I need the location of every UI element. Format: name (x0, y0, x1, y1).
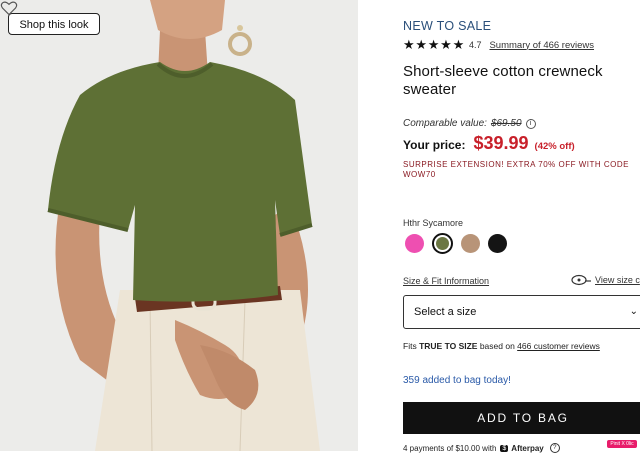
promo-message: SURPRISE EXTENSION! EXTRA 70% OFF WITH C… (403, 160, 629, 179)
rating-row: ★ ★ ★ ★ ★ 4.7 Summary of 466 reviews (403, 38, 594, 52)
color-swatches (405, 233, 507, 254)
star-icon: ★ (440, 37, 452, 52)
chevron-down-icon: ⌄ (629, 306, 638, 317)
afterpay-info: 4 payments of $10.00 with $ Afterpay ? (403, 443, 560, 453)
size-select-placeholder: Select a size (414, 306, 477, 318)
heart-outline-icon[interactable] (0, 0, 18, 16)
product-title: Short-sleeve cotton crewneck sweater (403, 63, 603, 98)
swatch-tan[interactable] (461, 234, 480, 253)
sale-price: $39.99 (473, 133, 529, 153)
fits-true-to-size: TRUE TO SIZE (419, 341, 478, 351)
shop-this-look-button[interactable]: Shop this look (8, 13, 100, 35)
swatch-pink[interactable] (405, 234, 424, 253)
added-to-bag-count: 359 added to bag today! (403, 375, 511, 386)
fit-summary: Fits TRUE TO SIZE based on 466 customer … (403, 341, 600, 351)
product-info-panel: NEW TO SALE ★ ★ ★ ★ ★ 4.7 Summary of 466… (403, 0, 640, 453)
star-rating: ★ ★ ★ ★ ★ (403, 38, 465, 52)
size-fit-link[interactable]: Size & Fit Information (403, 276, 489, 286)
star-icon: ★ (427, 37, 440, 52)
swatch-black[interactable] (488, 234, 507, 253)
star-icon: ★ (403, 37, 415, 52)
product-image[interactable]: Shop this look (0, 0, 358, 451)
info-icon[interactable]: i (525, 118, 536, 129)
size-select[interactable]: Select a size ⌄ (403, 295, 640, 329)
fits-prefix: Fits (403, 341, 420, 351)
pinterest-save-button[interactable]: Pinit X 0lic (607, 440, 637, 448)
add-to-bag-button[interactable]: ADD TO BAG (403, 402, 640, 434)
comparable-label: Comparable value: (403, 118, 487, 129)
sale-badge: NEW TO SALE (403, 19, 492, 33)
customer-reviews-link[interactable]: 466 customer reviews (517, 341, 600, 351)
star-icon: ★ (415, 37, 428, 52)
swatch-hthr-sycamore[interactable] (432, 233, 453, 254)
afterpay-brand: Afterpay (511, 443, 544, 453)
discount-percent: (42% off) (534, 141, 575, 152)
afterpay-text: 4 payments of $10.00 with (403, 443, 497, 453)
selected-color-name: Hthr Sycamore (403, 218, 464, 228)
view-size-chart[interactable]: View size c (571, 274, 640, 286)
price-row: Your price: $39.99 (42% off) (403, 133, 575, 154)
comparable-value: Comparable value: $69.50 i (403, 118, 536, 129)
rating-value: 4.7 (468, 40, 482, 50)
fits-mid: based on (477, 341, 518, 351)
reviews-summary-link[interactable]: Summary of 466 reviews (489, 40, 594, 51)
comparable-price: $69.50 (490, 118, 522, 129)
afterpay-logo-icon: $ (500, 444, 509, 452)
help-icon[interactable]: ? (549, 443, 560, 453)
your-price-label: Your price: (403, 138, 466, 152)
model-photo (0, 0, 358, 451)
measuring-tape-icon (571, 274, 591, 286)
view-size-chart-link[interactable]: View size c (595, 275, 640, 285)
star-icon: ★ (452, 37, 465, 52)
